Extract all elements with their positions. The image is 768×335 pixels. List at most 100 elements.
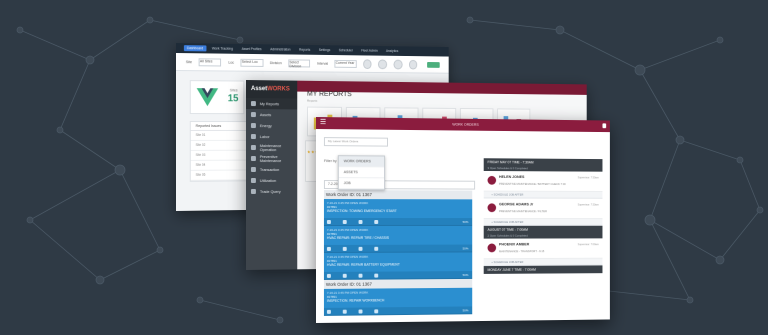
card-progress: 50% xyxy=(462,246,469,251)
card-description: HVAC REPAIR: REPAIR TIRE / CHASSIS xyxy=(326,235,390,240)
work-orders-window: ☰ WORK ORDERS My Latest Work Orders Filt… xyxy=(316,117,610,323)
avatar xyxy=(487,175,497,185)
card-actions xyxy=(323,218,473,225)
clock-icon[interactable] xyxy=(358,273,363,278)
nav-tab-asset-profiles[interactable]: Asset Profiles xyxy=(239,46,265,52)
attach-icon[interactable] xyxy=(374,246,379,251)
sites-tile-count: 15 xyxy=(227,93,239,105)
schedule-date: AUGUST 07 TIME - 7:00AM xyxy=(483,225,603,234)
nav-tab-work-tracking[interactable]: Work Tracking xyxy=(209,45,236,51)
filter-site-select[interactable]: All Sites xyxy=(198,57,222,66)
work-order-card[interactable]: 7-16-21 3:45 PM OPEN WORK #27891 HVAC RE… xyxy=(323,252,473,280)
nav-tab-settings[interactable]: Settings xyxy=(316,47,333,53)
table-cell: Site 02 xyxy=(195,142,206,147)
account-icon[interactable] xyxy=(602,123,607,129)
work-orders-header: ☰ WORK ORDERS xyxy=(316,117,610,133)
filter-division-label: Division xyxy=(269,60,282,65)
nav-tab-administration[interactable]: Administration xyxy=(267,46,293,52)
supervisor-time: Supervisor: 7:30am xyxy=(577,176,599,180)
wrench-icon xyxy=(250,145,256,151)
technician-name: GEORGE ADAMS Jr xyxy=(498,202,534,207)
table-cell: Site 01 xyxy=(195,132,206,137)
document-icon[interactable] xyxy=(342,273,347,278)
dropdown-option-assets[interactable]: ASSETS xyxy=(338,167,385,179)
nav-tab-dashboard[interactable]: Dashboard xyxy=(183,45,207,52)
work-order-group-title: Work Order ID: 01 1367 xyxy=(323,190,473,200)
work-order-card[interactable]: 7-16-21 3:45 PM OPEN WORK #27891 HVAC RE… xyxy=(323,225,473,253)
check-icon[interactable] xyxy=(326,273,331,278)
job-description: PREVENTIVE MAINTENANCE / FILTER xyxy=(498,209,547,214)
check-icon[interactable] xyxy=(326,309,331,314)
sidebar-item-label: Labor xyxy=(259,134,270,139)
technician-name: HELEN JONES xyxy=(498,174,525,180)
dropdown-option-work-orders[interactable]: WORK ORDERS xyxy=(338,156,385,168)
sidebar-item-label: Energy xyxy=(259,123,272,128)
filter-dropdown[interactable]: WORK ORDERS ASSETS JOB xyxy=(337,155,386,191)
filter-toggle-4[interactable] xyxy=(408,59,418,70)
check-icon[interactable] xyxy=(326,219,331,224)
attach-icon[interactable] xyxy=(374,219,379,224)
work-orders-title: WORK ORDERS xyxy=(452,122,479,127)
work-order-card[interactable]: 7-16-21 3:45 PM OPEN WORK #27891 INSPECT… xyxy=(323,287,473,316)
brand-accent: WORKS xyxy=(267,86,290,93)
sidebar-item-assets[interactable]: Assets xyxy=(246,109,297,120)
dropdown-option-job[interactable]: JOB xyxy=(338,178,385,190)
technician-name: PHOENIX AMBER xyxy=(498,242,530,247)
job-description: MAINTENANCE - TRANSPORT - 9:15 xyxy=(498,249,545,254)
check-icon[interactable] xyxy=(326,246,331,251)
query-icon xyxy=(250,188,256,194)
schedule-date: MONDAY JUNE 7 TIME - 7:00AM xyxy=(483,265,603,274)
work-order-card[interactable]: 7-16-21 3:45 PM OPEN WORK #27891 INSPECT… xyxy=(323,199,473,226)
sidebar-item-maintenance-operation[interactable]: Maintenance Operation xyxy=(246,142,297,153)
sidebar-item-trade-query[interactable]: Trade Query xyxy=(246,186,297,197)
vue-logo-icon xyxy=(196,88,219,107)
sites-tile-title: Sites xyxy=(229,88,238,93)
attach-icon[interactable] xyxy=(374,273,379,278)
sidebar-item-preventive-maintenance[interactable]: Preventive Maintenance xyxy=(246,153,297,164)
schedule-entry[interactable]: HELEN JONES PREVENTIVE MAINTENANCE / BAT… xyxy=(483,170,603,192)
filter-interval-select[interactable]: Current Year xyxy=(334,59,357,68)
nav-tab-reports[interactable]: Reports xyxy=(296,47,313,53)
dashboard-filter-bar: Site All Sites Loc Select Loc Division S… xyxy=(176,53,449,74)
clock-icon[interactable] xyxy=(358,246,363,251)
transaction-icon xyxy=(250,167,256,173)
filter-toggle-2[interactable] xyxy=(378,59,388,69)
sidebar-item-transaction[interactable]: Transaction xyxy=(246,164,297,175)
brand-prefix: Asset xyxy=(250,86,268,93)
sidebar-item-energy[interactable]: Energy xyxy=(246,120,297,131)
nav-tab-fleet-admin[interactable]: Fleet Admin xyxy=(358,48,380,54)
card-actions xyxy=(323,244,473,252)
work-orders-filter-select[interactable]: My Latest Work Orders xyxy=(323,137,388,147)
sidebar-item-label: Utilization xyxy=(259,178,277,183)
nav-tab-scheduler[interactable]: Scheduler xyxy=(336,47,356,53)
supervisor-time: Supervisor: 7:00am xyxy=(577,243,599,247)
sidebar-item-labor[interactable]: Labor xyxy=(246,131,297,142)
sidebar-item-utilization[interactable]: Utilization xyxy=(246,175,297,186)
schedule-panel: FRIDAY MAY 07 TIME - 7:30AM 3 Open Sched… xyxy=(483,158,603,274)
sites-tile[interactable]: Sites 15 xyxy=(189,80,245,115)
schedule-entry[interactable]: PHOENIX AMBER MAINTENANCE - TRANSPORT - … xyxy=(483,238,603,260)
clock-icon[interactable] xyxy=(358,219,363,224)
document-icon[interactable] xyxy=(342,219,347,224)
page-title: MY REPORTS xyxy=(307,90,352,99)
report-icon xyxy=(250,101,256,107)
filter-site-label: Site xyxy=(185,59,192,64)
filter-toggle-1[interactable] xyxy=(362,58,372,69)
schedule-entry[interactable]: GEORGE ADAMS Jr PREVENTIVE MAINTENANCE /… xyxy=(483,198,603,220)
filter-division-select[interactable]: Select Division xyxy=(288,58,311,68)
sidebar-item-label: Preventive Maintenance xyxy=(259,154,282,163)
sidebar-item-my-reports[interactable]: My Reports xyxy=(246,98,298,110)
supervisor-time: Supervisor: 7:30am xyxy=(577,203,599,207)
filter-loc-label: Loc xyxy=(228,60,234,65)
attach-icon[interactable] xyxy=(374,308,379,313)
card-progress: 50% xyxy=(462,308,469,313)
document-icon[interactable] xyxy=(342,309,347,314)
nav-tab-analytics[interactable]: Analytics xyxy=(383,48,401,54)
card-description: INSPECTION: TOWING EMERGENCY START xyxy=(326,209,397,214)
clock-icon[interactable] xyxy=(358,309,363,314)
filter-toggle-3[interactable] xyxy=(393,59,403,69)
chart-icon xyxy=(250,177,256,183)
document-icon[interactable] xyxy=(342,246,347,251)
apply-filter-button[interactable] xyxy=(427,61,440,68)
filter-loc-select[interactable]: Select Loc xyxy=(240,58,264,67)
